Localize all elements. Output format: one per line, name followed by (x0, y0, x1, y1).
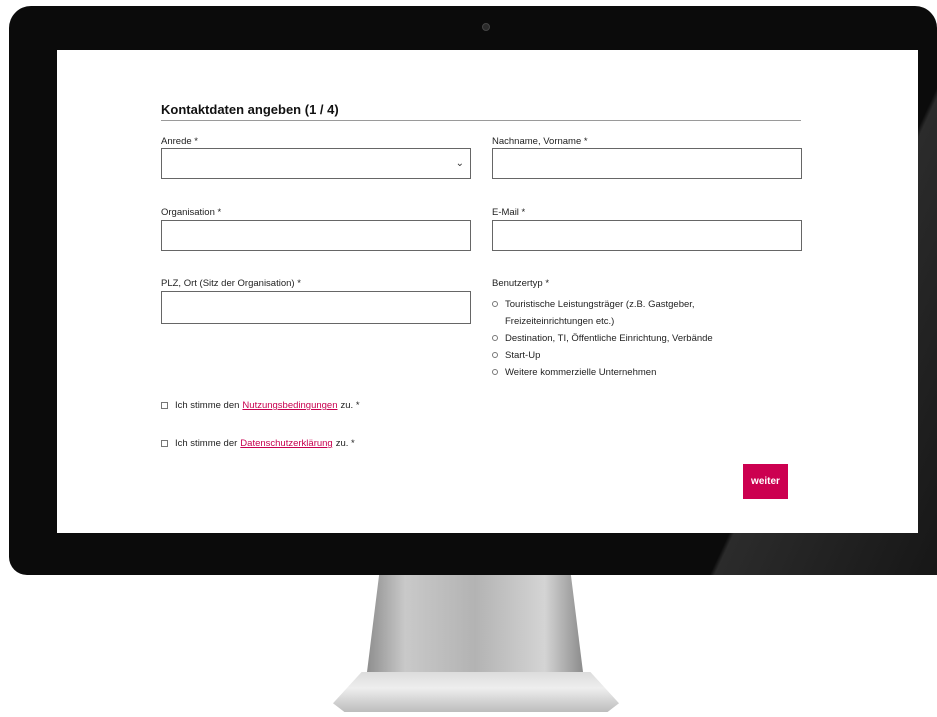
terms-link[interactable]: Nutzungsbedingungen (242, 400, 337, 411)
radio-button[interactable] (492, 352, 498, 358)
radio-button[interactable] (492, 301, 498, 307)
radio-label: Destination, TI, Öffentliche Einrichtung… (505, 333, 713, 344)
name-input[interactable] (492, 148, 802, 179)
usertype-option-destination[interactable]: Destination, TI, Öffentliche Einrichtung… (492, 330, 755, 347)
usertype-label: Benutzertyp * (492, 278, 550, 289)
privacy-suffix: zu. * (335, 438, 355, 449)
terms-suffix: zu. * (340, 400, 360, 411)
name-label: Nachname, Vorname * (492, 136, 588, 147)
radio-label: Touristische Leistungsträger (z.B. Gastg… (505, 299, 695, 327)
plz-label: PLZ, Ort (Sitz der Organisation) * (161, 278, 301, 289)
privacy-prefix: Ich stimme der (175, 438, 238, 449)
form-title: Kontaktdaten angeben (1 / 4) (161, 102, 801, 121)
organisation-input[interactable] (161, 220, 471, 251)
monitor-stand-neck (366, 575, 584, 680)
usertype-option-touristic[interactable]: Touristische Leistungsträger (z.B. Gastg… (492, 296, 755, 330)
radio-button[interactable] (492, 335, 498, 341)
email-label: E-Mail * (492, 207, 526, 218)
radio-button[interactable] (492, 369, 498, 375)
privacy-link[interactable]: Datenschutzerklärung (240, 438, 332, 449)
radio-label: Weitere kommerzielle Unternehmen (505, 367, 657, 378)
organisation-label: Organisation * (161, 207, 222, 218)
usertype-option-commercial[interactable]: Weitere kommerzielle Unternehmen (492, 364, 755, 381)
anrede-select[interactable]: ⌄ (161, 148, 471, 179)
email-input[interactable] (492, 220, 802, 251)
radio-label: Start-Up (505, 350, 541, 361)
monitor-screen: Kontaktdaten angeben (1 / 4) Anrede * ⌄ … (57, 50, 918, 533)
terms-prefix: Ich stimme den (175, 400, 240, 411)
usertype-option-startup[interactable]: Start-Up (492, 347, 755, 364)
chevron-down-icon: ⌄ (455, 158, 464, 169)
terms-checkbox[interactable] (161, 402, 168, 409)
plz-input[interactable] (161, 291, 471, 324)
privacy-checkbox[interactable] (161, 440, 168, 447)
monitor-bezel: Kontaktdaten angeben (1 / 4) Anrede * ⌄ … (9, 6, 937, 575)
monitor-stand-base (333, 672, 619, 712)
privacy-checkbox-row: Ich stimme der Datenschutzerklärung zu. … (161, 438, 355, 449)
camera-icon (482, 23, 490, 31)
next-button[interactable]: weiter (743, 464, 788, 499)
terms-checkbox-row: Ich stimme den Nutzungsbedingungen zu. * (161, 400, 360, 411)
usertype-radio-group: Touristische Leistungsträger (z.B. Gastg… (492, 296, 755, 381)
anrede-label: Anrede * (161, 136, 198, 147)
